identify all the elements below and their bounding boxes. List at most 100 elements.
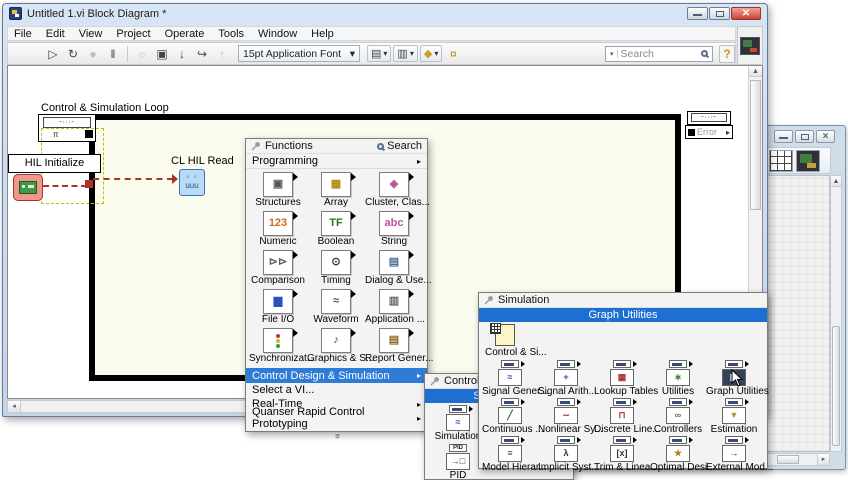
palette-item[interactable]: abc String: [365, 210, 423, 249]
close-button[interactable]: ×: [816, 130, 835, 143]
menu-item-control-design-simulation[interactable]: Control Design & Simulation ▸: [246, 368, 427, 383]
loop-error-terminal[interactable]: Error ▸: [685, 125, 733, 139]
palette-item[interactable]: ∗ Utilities: [650, 358, 706, 397]
palette-item-icon: ∗: [661, 360, 695, 386]
palette-item[interactable]: ▣ Structures: [249, 171, 307, 210]
palette-item[interactable]: ⊙ Timing: [307, 249, 365, 288]
highlight-execution-button[interactable]: ☼: [133, 45, 151, 63]
menu-item[interactable]: Edit: [40, 28, 73, 40]
front-panel-preview-icon[interactable]: [796, 149, 820, 172]
hil-read-wave-icon: uuu: [185, 181, 199, 190]
pin-icon[interactable]: [251, 141, 261, 151]
titlebar[interactable]: Untitled 1.vi Block Diagram * ✕: [3, 4, 767, 23]
palette-item[interactable]: Control & Si...: [479, 323, 767, 358]
minimize-button[interactable]: [687, 7, 708, 20]
palette-item[interactable]: ⊳⊳ Comparison: [249, 249, 307, 288]
close-button[interactable]: ✕: [731, 7, 761, 20]
menubar: File Edit View Project Operate Tools Window Hel…: [7, 26, 736, 41]
scroll-up-icon[interactable]: ▲: [749, 66, 762, 77]
step-into-button[interactable]: ↓: [173, 45, 191, 63]
palette-item[interactable]: ⊓ Discrete Line...: [594, 396, 661, 435]
palette-item[interactable]: ▦ Array: [307, 171, 365, 210]
palette-menu-item[interactable]: Select a VI...: [246, 383, 427, 397]
step-over-button[interactable]: ↪: [193, 45, 211, 63]
clean-up-diagram-button[interactable]: ¤: [444, 45, 462, 63]
scroll-right-icon[interactable]: ▸: [817, 454, 829, 465]
scrollbar-thumb[interactable]: [750, 80, 761, 210]
palette-item[interactable]: ≈ Signal Gener...: [482, 358, 548, 397]
reorder-dropdown[interactable]: ◆ ▾: [419, 45, 443, 62]
scroll-up-icon[interactable]: ▲: [831, 176, 841, 187]
hil-initialize-label: HIL Initialize: [8, 154, 101, 173]
menu-item[interactable]: Project: [110, 28, 158, 40]
cl-hil-read-block[interactable]: ◦ ◦ uuu: [179, 169, 205, 196]
palette-item[interactable]: 123 Numeric: [249, 210, 307, 249]
menu-item[interactable]: Tools: [212, 28, 252, 40]
retain-wire-values-button[interactable]: ▣: [153, 45, 171, 63]
step-out-button[interactable]: ↑: [213, 45, 231, 63]
menu-item[interactable]: Window: [252, 28, 305, 40]
palette-item[interactable]: ▤ Report Gener...: [365, 327, 433, 366]
minimize-button[interactable]: [774, 130, 793, 143]
scrollbar-thumb[interactable]: [832, 326, 840, 446]
scrollbar-thumb[interactable]: [777, 455, 799, 464]
align-objects-dropdown[interactable]: ▤ ▾: [367, 45, 392, 62]
palette-item[interactable]: ╱ Continuous ...: [482, 396, 544, 435]
abort-button[interactable]: ●: [84, 45, 102, 63]
maximize-button[interactable]: [709, 7, 730, 20]
palette-item[interactable]: ≡ Model Hierar...: [482, 434, 547, 473]
loop-node-icon: -∙∙∙-: [691, 113, 727, 122]
context-help-button[interactable]: ?: [719, 44, 735, 63]
run-button[interactable]: ▷: [44, 45, 62, 63]
palette-item[interactable]: ∼ Nonlinear Sy...: [538, 396, 603, 435]
pin-icon[interactable]: [484, 295, 494, 305]
loop-tunnel[interactable]: [85, 180, 93, 188]
grid-align-icon[interactable]: [769, 149, 793, 172]
palette-item-label: Application ...: [365, 314, 426, 325]
run-continuously-button[interactable]: ↻: [64, 45, 82, 63]
palette-header[interactable]: Functions Search: [246, 139, 427, 154]
error-wire[interactable]: [43, 185, 87, 187]
scroll-left-icon[interactable]: ◂: [8, 401, 21, 412]
font-selector-dropdown[interactable]: 15pt Application Font ▾: [238, 45, 360, 62]
palette-item[interactable]: ▦ Lookup Tables: [594, 358, 658, 397]
palette-item[interactable]: λ Implicit Syst...: [538, 434, 600, 473]
palette-item-icon: ≈: [441, 405, 475, 431]
pin-icon[interactable]: [430, 376, 440, 386]
category-row-programming[interactable]: Programming ▸: [246, 154, 427, 169]
palette-item[interactable]: ≈ Waveform: [307, 288, 365, 327]
menu-item[interactable]: Help: [305, 28, 342, 40]
front-panel-vertical-scrollbar[interactable]: ▲: [830, 175, 842, 452]
submenu-arrow-icon: ▸: [416, 371, 421, 380]
palette-item[interactable]: ▆ File I/O: [249, 288, 307, 327]
palette-item[interactable]: ★ Optimal Desi...: [650, 434, 716, 473]
search-history-dropdown-icon[interactable]: ▾: [610, 49, 618, 58]
palette-item[interactable]: ♪ Graphics & S...: [307, 327, 374, 366]
palette-item[interactable]: + Signal Arith...: [538, 358, 597, 397]
palette-header[interactable]: Simulation: [479, 293, 767, 308]
menu-item[interactable]: View: [73, 28, 111, 40]
menu-item[interactable]: File: [8, 28, 40, 40]
palette-item[interactable]: ▥ Application ...: [365, 288, 426, 327]
palette-menu-item[interactable]: Quanser Rapid Control Prototyping ▸: [246, 406, 427, 430]
error-wire[interactable]: [93, 178, 173, 180]
palette-item[interactable]: ▩ Graph Utilities: [706, 358, 769, 397]
palette-item[interactable]: TF Boolean: [307, 210, 365, 249]
distribute-objects-dropdown[interactable]: ▥ ▾: [393, 45, 418, 62]
menu-item[interactable]: Operate: [159, 28, 213, 40]
simulation-loop-output-node[interactable]: -∙∙∙-: [687, 111, 731, 125]
palette-item[interactable]: Synchronizat...: [249, 327, 315, 366]
maximize-button[interactable]: [795, 130, 814, 143]
palette-item[interactable]: → External Mod...: [706, 434, 773, 473]
hil-initialize-block[interactable]: [13, 174, 43, 201]
pause-button[interactable]: ‖: [104, 45, 122, 63]
palette-item[interactable]: ▼ Estimation: [706, 396, 762, 435]
palette-item[interactable]: ▤ Dialog & Use...: [365, 249, 432, 288]
search-icon[interactable]: [701, 50, 708, 57]
palette-item[interactable]: [x] Trim & Linea...: [594, 434, 659, 473]
search-box[interactable]: ▾ Search: [605, 45, 713, 62]
palette-search[interactable]: Search: [377, 140, 422, 152]
palette-item[interactable]: ◈ Cluster, Clas...: [365, 171, 430, 210]
palette-item-icon: ▥: [379, 289, 414, 314]
palette-item[interactable]: ∞ Controllers: [650, 396, 706, 435]
